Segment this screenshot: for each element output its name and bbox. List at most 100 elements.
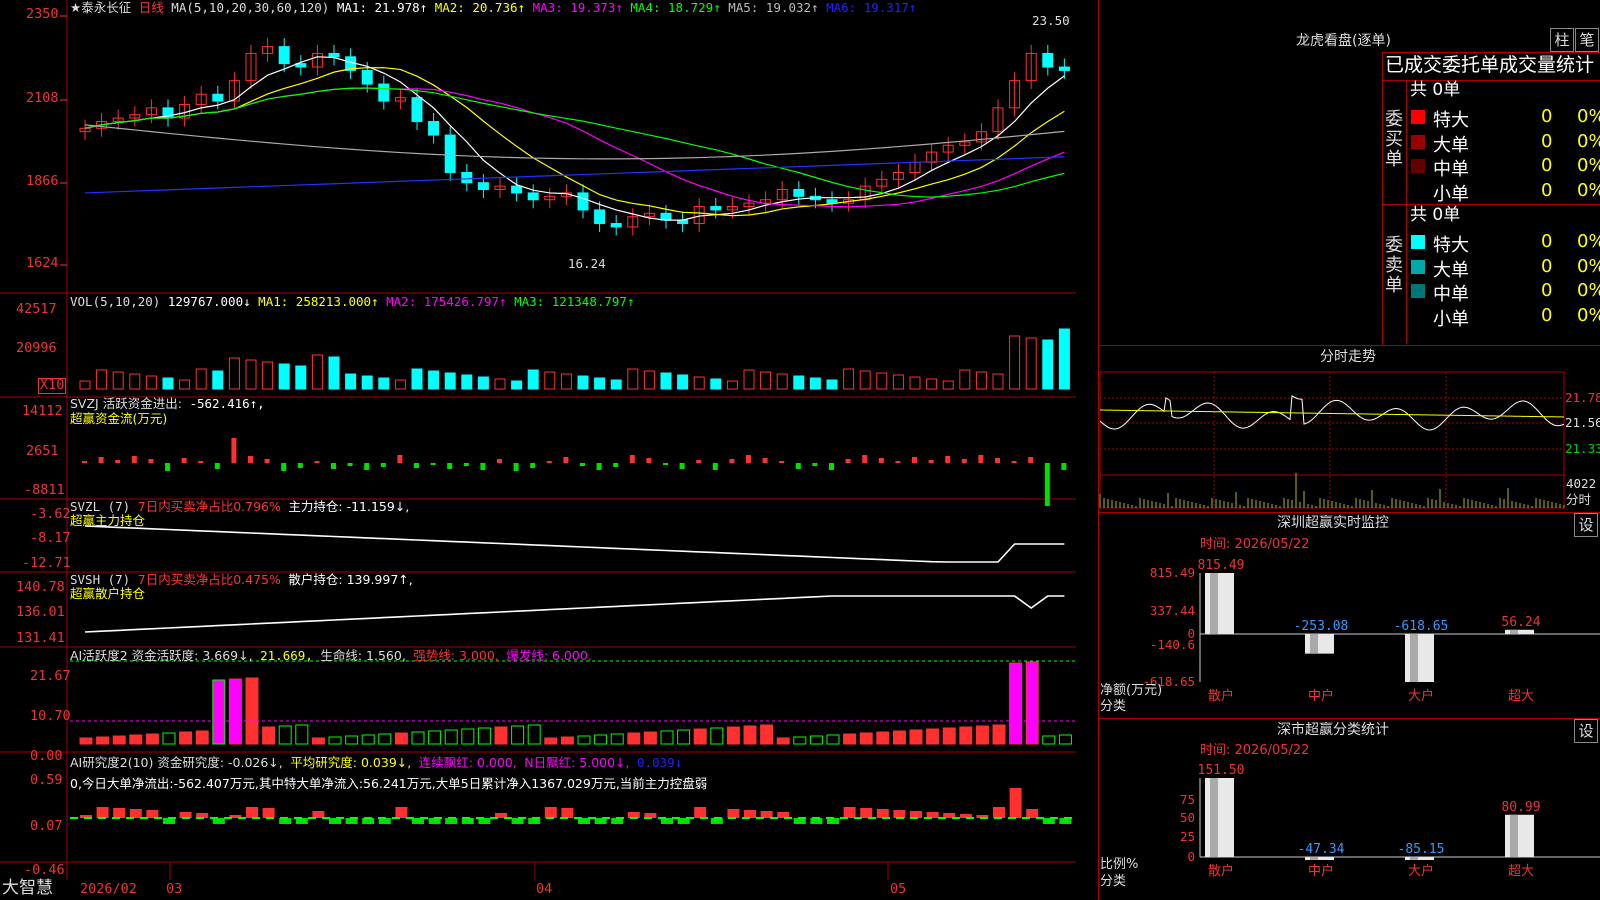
dragon-pct: 0% [1577,155,1600,176]
dragon-count: 0 [1541,106,1553,127]
ai-active-bar [710,727,724,745]
volume-bar [1042,339,1054,390]
ai-active-bar [909,729,923,745]
svzj-bar [430,463,436,465]
legend-swatch [1411,284,1425,298]
ai-active-v4: 强势线: 3.000, [413,648,499,663]
ai-active-bar [145,733,159,745]
candle-body [378,83,390,102]
monitor-settings-button[interactable]: 设 [1574,513,1598,537]
ai-active-bar [96,736,110,745]
volume-bar [892,374,904,390]
volume-bar [1025,337,1037,390]
svzj-bar [845,459,851,463]
stock-name[interactable]: ★泰永长征 [70,0,131,15]
ma-title: MA(5,10,20,30,60,120) [171,0,330,15]
svzj-bar [795,463,801,469]
bar-中户 [1305,857,1334,860]
ai-research-bar [760,811,773,818]
dragon-pct: 0% [1577,106,1600,127]
ai-active-bar [411,731,425,745]
ai-active-bar [926,728,940,745]
volume-bar [743,369,755,390]
ai-research-bar [1026,809,1039,818]
dragon-header: 已成交委托单成交量统计 [1385,54,1595,76]
ai-active-bar [162,732,176,745]
ai-active-bar [826,734,840,745]
ai-active-bar [577,735,591,745]
monitor-ylabel: 净额(万元) [1100,683,1163,698]
main-chart-area[interactable]: ★泰永长征 日线 MA(5,10,20,30,60,120) MA1: 21.9… [0,0,1076,900]
svzj-bar [995,458,1000,463]
volume-bar [610,379,622,390]
ai-research-bar [694,807,707,818]
ai-active-bar [179,731,193,745]
intraday-title: 分时走势 [1320,349,1376,365]
volume-bar [942,380,954,390]
volume-bar [278,363,290,390]
low-price-label: 16.24 [568,256,606,271]
ai-research-bar [993,807,1005,818]
price-tick: 2108 [26,90,59,106]
intraday-vol-unit: 分时 [1566,492,1592,507]
dragon-label: 中单 [1433,159,1469,180]
vol-ma1: MA1: 258213.000↑ [258,294,379,309]
volume-bar [129,373,141,390]
volume-bar [145,375,157,390]
ai-active-bar [278,725,292,745]
svzj-bar [629,455,635,463]
dragon-label: 小单 [1433,183,1469,205]
volume-bar [776,373,788,390]
volume-bar [212,370,224,390]
dragon-label: 大单 [1433,134,1469,156]
dragon-count: 0 [1541,155,1553,176]
ai-research-bar [910,811,922,818]
ai-active-bar [876,731,890,745]
svzj-bar [148,459,154,463]
ai-research-tick: -0.46 [24,862,65,878]
bar-mode-button[interactable]: 柱 [1550,28,1574,52]
tick-mode-button[interactable]: 笔 [1575,28,1599,52]
category-label: 超大 [1508,689,1534,704]
volume-bar [477,376,489,390]
ai-active-bar [560,736,574,745]
volume-bar [809,377,821,390]
volume-bar [112,371,124,390]
ai-active-bar [245,677,259,745]
ai-active-bar [643,731,657,745]
ai-research-bar [544,807,557,818]
legend-swatch [1411,183,1425,198]
vol-unit: X10 [38,377,67,394]
svzj-bar [98,457,104,463]
volume-bar [726,380,738,390]
candle-body [594,209,606,225]
svzj-bar [779,461,785,463]
ai-active-bar [511,725,525,745]
period-label[interactable]: 日线 [139,0,164,15]
ai-active-bar [361,734,375,745]
svzj-bar [131,456,137,463]
svsh-tick: 131.41 [16,630,65,646]
volume-bar [926,378,938,390]
bar [1505,629,1534,634]
candle-body [361,69,373,85]
ai-active-bar [1009,662,1023,745]
ai-active-bar [461,728,475,745]
svzj-bar [414,463,419,468]
candle-body [328,52,340,58]
ai-research-title: AI研究度2(10) 资金研究度: -0.026↓, [70,755,283,770]
candle-body [212,93,224,102]
vol-ma2: MA2: 175426.797↑ [386,294,507,309]
ai-research-bar [312,811,325,818]
category-label: 大户 [1408,863,1434,879]
ma1-value: MA1: 21.978↑ [336,0,428,15]
classify-settings-button[interactable]: 设 [1574,719,1598,743]
ai-research-tick: 0.07 [30,818,63,834]
svzj-bar [1011,461,1017,463]
volume-bar [760,371,772,390]
svzj-tick: 14112 [22,403,63,419]
svzj-bar [961,459,967,463]
svzj-bar [945,456,951,463]
ai-active-bar [975,725,989,745]
ai-active-bar [959,726,973,745]
